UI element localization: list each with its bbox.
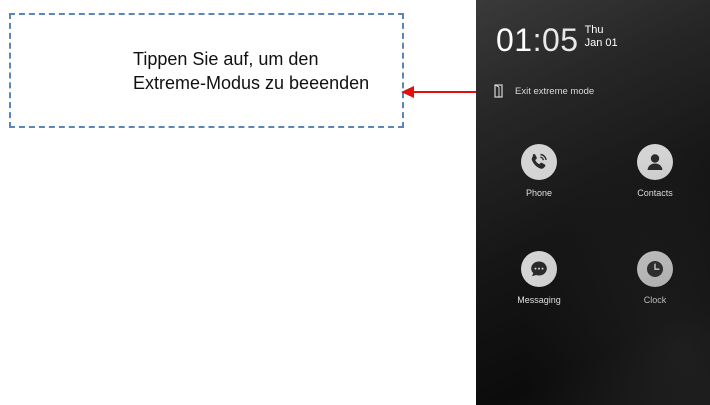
date-label: Jan 01: [584, 37, 618, 49]
annotation-text: Tippen Sie auf, um den Extreme-Modus zu …: [133, 49, 370, 93]
app-messaging[interactable]: Messaging: [499, 251, 579, 305]
clock-hour: 01: [496, 22, 533, 58]
app-contacts[interactable]: Contacts: [615, 144, 695, 198]
app-label: Contacts: [637, 188, 673, 198]
annotation-callout: Tippen Sie auf, um den Extreme-Modus zu …: [9, 13, 404, 128]
app-clock[interactable]: Clock: [615, 251, 695, 305]
app-label: Clock: [643, 295, 667, 305]
chat-bubble-icon: [531, 261, 547, 277]
date-display: Thu Jan 01: [585, 24, 618, 50]
exit-door-icon: [494, 84, 503, 98]
phone-screen: 01:05 Thu Jan 01 Exit extreme mode Phone: [476, 0, 710, 405]
clock-time: 01:05: [496, 23, 579, 57]
exit-extreme-mode-label: Exit extreme mode: [515, 85, 595, 97]
day-label: Thu: [584, 24, 604, 36]
clock-icon: [647, 261, 663, 277]
app-label: Messaging: [517, 295, 561, 305]
status-clock: 01:05 Thu Jan 01: [496, 23, 618, 57]
clock-separator: :: [532, 22, 542, 58]
person-icon: [647, 154, 663, 170]
app-label: Phone: [525, 188, 553, 198]
app-phone[interactable]: Phone: [499, 144, 579, 198]
clock-minute: 05: [541, 22, 579, 58]
phone-call-icon: [531, 153, 547, 169]
exit-extreme-mode-button[interactable]: Exit extreme mode: [494, 84, 594, 98]
